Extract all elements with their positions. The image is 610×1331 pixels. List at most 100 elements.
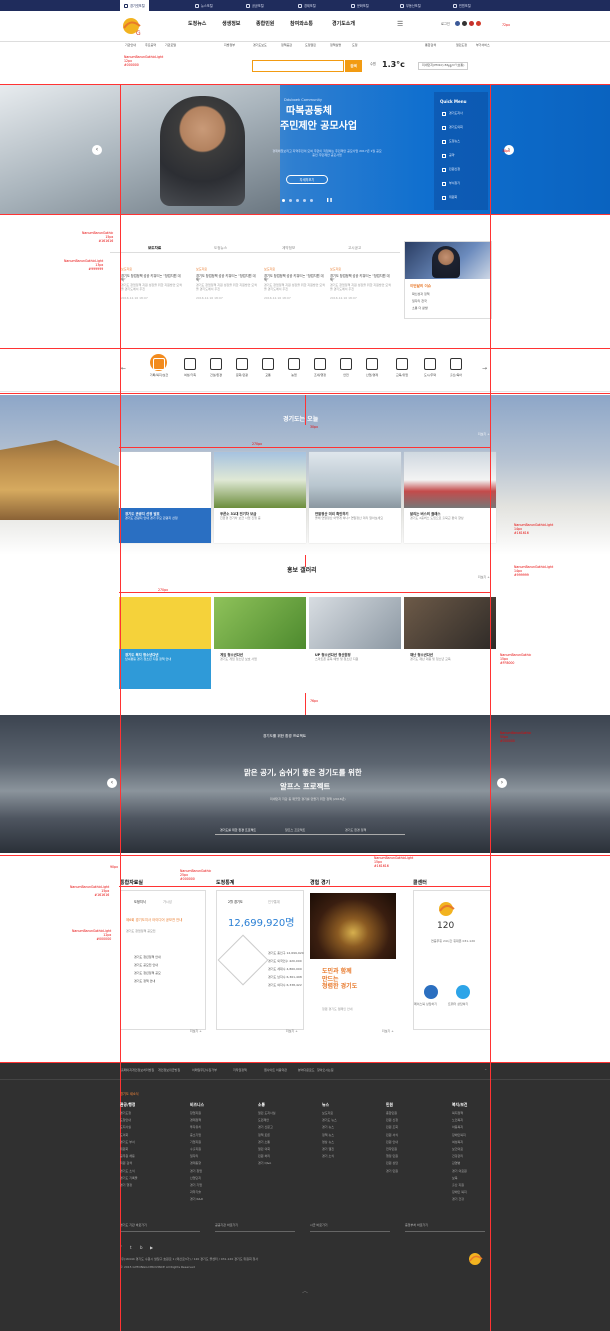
category-traffic[interactable]: 교통 <box>255 358 281 378</box>
submenu-item[interactable]: 정책실명 <box>330 43 341 48</box>
footer-col-link[interactable]: 경기 행정 <box>120 1183 132 1188</box>
footer-select[interactable]: 시군 바로가기 <box>310 1222 390 1232</box>
topnav-item-1[interactable]: 경기넷포털 <box>120 0 149 11</box>
footer-col-link[interactable]: 도민제안 <box>258 1118 269 1123</box>
slide-dot[interactable] <box>282 199 285 202</box>
data-tab[interactable]: 도정지식 <box>134 900 146 904</box>
alps-tab[interactable]: 알프스 프로젝트 <box>285 828 305 833</box>
quick-item[interactable]: 민원신청 <box>442 167 460 172</box>
footer-col-link[interactable]: 건강관리 <box>452 1154 463 1159</box>
category-industry[interactable]: 산업/경제 <box>359 358 385 378</box>
blog-icon[interactable] <box>462 21 467 26</box>
footer-link[interactable]: 개인정보취급방침 <box>158 1068 180 1073</box>
quick-item[interactable]: 도정뉴스 <box>442 139 460 144</box>
slide-dot[interactable] <box>296 199 299 202</box>
footer-col-link[interactable]: 경기도 뉴스 <box>322 1118 337 1123</box>
today-card[interactable]: 달리는 버스의 클래스 경기도 2층버스 도입으로 출퇴근 편의 향상 <box>404 452 496 543</box>
footer-col-link[interactable]: 전자민원 <box>386 1147 397 1152</box>
footer-col-link[interactable]: 경기 창업 <box>190 1169 202 1174</box>
alps-tab[interactable]: 경기도 환경 정책 <box>345 828 366 833</box>
youtube-icon[interactable]: ▶ <box>150 1245 153 1250</box>
hero-more-button[interactable]: 자세히보기 <box>286 175 328 184</box>
footer-col-link[interactable]: 아동복지 <box>452 1126 463 1130</box>
submenu-item[interactable]: 주요공약 <box>145 43 156 48</box>
blog-icon[interactable]: b <box>140 1245 143 1250</box>
news-card[interactable]: 보도자료 경기도 창업정책 성공 키워드는 “창업지원 대책” 경기도 창업정책… <box>264 267 326 301</box>
submenu-item[interactable]: 기관안내 <box>125 43 136 48</box>
weather-info[interactable]: 미세먼지(PM10) 86㎍/m³(보통) <box>418 62 469 70</box>
footer-col-link[interactable]: 민원 처리 <box>258 1154 270 1159</box>
footer-col-link[interactable]: 경기 기업 <box>190 1183 202 1188</box>
issue-item[interactable]: 확신성과 정책 <box>412 292 430 297</box>
next-arrow-icon[interactable]: → <box>482 365 487 373</box>
footer-link[interactable]: 웹사이트 이용약관 <box>264 1068 287 1073</box>
footer-col-link[interactable]: 경기 R&D <box>190 1198 203 1202</box>
footer-col-link[interactable]: 민원 상담 <box>386 1162 398 1166</box>
topnav-item-5[interactable]: 문화포털 <box>351 2 369 9</box>
gnb-info[interactable]: 생생정보 <box>222 21 240 27</box>
footer-select[interactable]: 중앙부처 바로가기 <box>405 1222 485 1232</box>
footer-col-link[interactable]: 열린 의회 <box>258 1147 270 1152</box>
data-tab[interactable]: 가시성 <box>163 900 172 904</box>
footer-col-link[interactable]: 경기도청 <box>120 1111 131 1116</box>
footer-link[interactable]: 홈페이지개인정보처리방침 <box>121 1068 154 1073</box>
quick-item[interactable]: 경기도지사 <box>442 111 463 116</box>
more-link[interactable]: 더보기 + <box>286 1029 298 1034</box>
footer-news-link[interactable]: 경기도 새소식 <box>120 1092 139 1096</box>
footer-col-link[interactable]: 경기 Q&A <box>258 1162 271 1166</box>
topnav-item-4[interactable]: 경제포털 <box>298 2 316 9</box>
footer-col-link[interactable]: 민원 조회 <box>386 1126 398 1130</box>
category-welfare[interactable]: 기록/복지/보건 <box>146 358 172 378</box>
slide-dot[interactable] <box>310 199 313 202</box>
footer-col-link[interactable]: 경기 신문고 <box>258 1126 273 1130</box>
data-list-item[interactable]: 경기도 공모전 안내 <box>134 963 158 968</box>
footer-col-link[interactable]: 열린 도지사실 <box>258 1111 276 1116</box>
footer-link[interactable]: 찾아오시는길 <box>317 1068 334 1073</box>
category-tax[interactable]: 조세/행정 <box>307 358 333 378</box>
alps-tab[interactable]: 경기도를 위한 환경 프로젝트 <box>220 828 256 833</box>
footer-col-link[interactable]: 경제정책 <box>190 1118 201 1123</box>
promo-card[interactable]: 재난 청소년다년 경기도 재난 대응 및 청소년 교육 <box>404 597 496 689</box>
footer-col-link[interactable]: 산업단지 <box>190 1176 201 1181</box>
category-childcare[interactable]: 출산/육아 <box>443 358 469 378</box>
footer-col-link[interactable]: 장애인복지 <box>452 1133 466 1138</box>
facebook-icon[interactable] <box>424 985 438 999</box>
gnb-about[interactable]: 경기도소개 <box>332 21 355 27</box>
topnav-item-3[interactable]: 공공포털 <box>246 2 264 9</box>
promo-card[interactable]: 경기도 복지 청소년다년 남녀평등 경기 청소년 지원 정책 안내 <box>119 597 211 689</box>
promo-more-link[interactable]: 더보기 + <box>478 575 490 580</box>
footer-col-link[interactable]: 복지정책 <box>452 1111 463 1116</box>
footer-col-link[interactable]: 수출지원 <box>190 1147 201 1152</box>
footer-col-link[interactable]: 과학기술 <box>190 1190 201 1195</box>
footer-col-link[interactable]: 도지사실 <box>120 1126 131 1130</box>
gnb-participate[interactable]: 참여와소통 <box>290 21 313 27</box>
footer-col-link[interactable]: 도청안내 <box>120 1118 131 1123</box>
footer-col-link[interactable]: 위원회 <box>120 1147 128 1152</box>
tab-news[interactable]: 도정뉴스 <box>214 246 227 250</box>
footer-col-link[interactable]: 경기 소식 <box>322 1154 334 1159</box>
sns-icon[interactable] <box>476 21 481 26</box>
footer-col-link[interactable]: 경기 뉴스 <box>322 1126 334 1130</box>
footer-col-link[interactable]: 출산 지원 <box>452 1183 464 1188</box>
tab-press[interactable]: 보도자료 <box>148 246 161 250</box>
category-safety[interactable]: 안전 <box>333 358 359 378</box>
footer-col-link[interactable]: 경기 웹진 <box>322 1147 334 1152</box>
news-card[interactable]: 보도자료 경기도 창업정책 성공 키워드는 “창업지원 대책” 경기도 창업정책… <box>196 267 258 301</box>
category-housing[interactable]: 도시/주택 <box>417 358 443 378</box>
youtube-icon[interactable] <box>469 21 474 26</box>
tab-contract[interactable]: 계약정보 <box>282 246 295 250</box>
stats-tab[interactable]: 인구통계 <box>268 900 280 904</box>
footer-col-link[interactable]: 도의회 <box>120 1133 128 1138</box>
gyeonggi-logo[interactable]: G <box>118 16 148 38</box>
footer-col-link[interactable]: 노인복지 <box>452 1118 463 1123</box>
footer-col-link[interactable]: 창업지원 <box>190 1111 201 1116</box>
footer-col-link[interactable]: 종합민원 <box>386 1111 397 1116</box>
submenu-item[interactable]: 기관포털 <box>165 43 176 48</box>
footer-col-link[interactable]: 여성복지 <box>452 1140 463 1145</box>
footer-col-link[interactable]: 보도자료 <box>322 1111 333 1116</box>
prev-arrow-icon[interactable]: ‹ <box>92 145 102 155</box>
quick-item[interactable]: 부서찾기 <box>442 181 460 186</box>
footer-select[interactable]: 공공기관 바로가기 <box>215 1222 295 1232</box>
next-arrow-icon[interactable]: › <box>497 778 507 788</box>
slide-dot[interactable] <box>289 199 292 202</box>
